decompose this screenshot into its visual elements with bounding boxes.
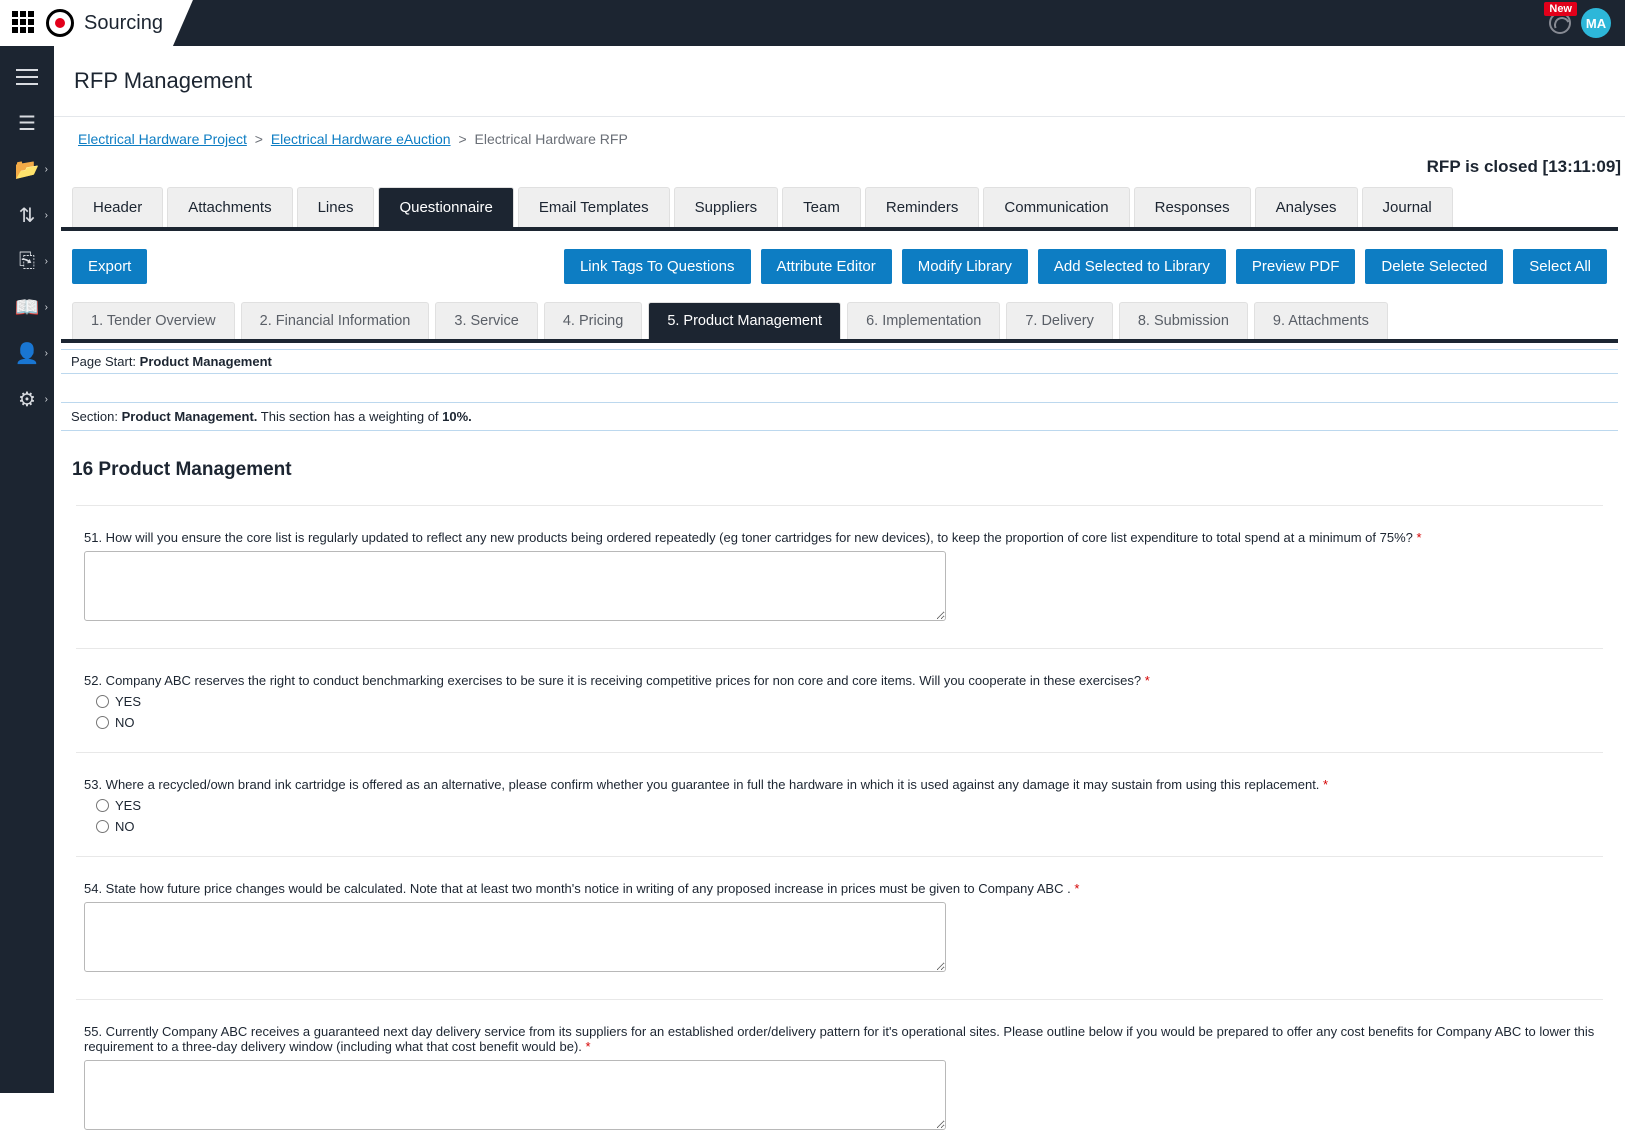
answer-textarea[interactable] <box>84 551 946 621</box>
preview-pdf-button[interactable]: Preview PDF <box>1236 249 1356 284</box>
required-mark: * <box>1145 673 1150 688</box>
question-text: 55. Currently Company ABC receives a gua… <box>84 1024 1595 1054</box>
tab-lines[interactable]: Lines <box>297 187 375 227</box>
export-square-icon[interactable]: ⎘› <box>0 238 54 284</box>
breadcrumb-link-project[interactable]: Electrical Hardware Project <box>78 131 247 147</box>
left-sidebar: ☰ 📂› ⇅› ⎘› 📖› 👤› ⚙› <box>0 46 54 1093</box>
page-start-bar: Page Start: Product Management <box>61 349 1618 374</box>
tab-questionnaire[interactable]: Questionnaire <box>378 187 513 227</box>
required-mark: * <box>1323 777 1328 792</box>
answer-textarea[interactable] <box>84 902 946 972</box>
question-51: 51. How will you ensure the core list is… <box>76 505 1603 638</box>
subtab-9-attachments[interactable]: 9. Attachments <box>1254 302 1388 339</box>
subtab-7-delivery[interactable]: 7. Delivery <box>1006 302 1113 339</box>
subtab-3-service[interactable]: 3. Service <box>435 302 537 339</box>
content-area: RFP Management Electrical Hardware Proje… <box>54 46 1625 1093</box>
tab-analyses[interactable]: Analyses <box>1255 187 1358 227</box>
gear-icon[interactable]: ⚙› <box>0 376 54 422</box>
radio-input[interactable] <box>96 695 109 708</box>
question-52: 52. Company ABC reserves the right to co… <box>76 648 1603 742</box>
main-tabs: HeaderAttachmentsLinesQuestionnaireEmail… <box>54 187 1625 227</box>
questions-container: 51. How will you ensure the core list is… <box>54 505 1625 1147</box>
tab-header[interactable]: Header <box>72 187 163 227</box>
new-badge: New <box>1544 2 1577 16</box>
link-tags-button[interactable]: Link Tags To Questions <box>564 249 751 284</box>
sub-tabs: 1. Tender Overview2. Financial Informati… <box>54 302 1625 339</box>
question-55: 55. Currently Company ABC receives a gua… <box>76 999 1603 1147</box>
hamburger-icon[interactable] <box>0 54 54 100</box>
question-54: 54. State how future price changes would… <box>76 856 1603 989</box>
radio-option-no[interactable]: NO <box>96 715 1595 730</box>
subtab-5-product-management[interactable]: 5. Product Management <box>648 302 841 339</box>
subtab-8-submission[interactable]: 8. Submission <box>1119 302 1248 339</box>
tab-attachments[interactable]: Attachments <box>167 187 292 227</box>
section-bar: Section: Product Management. This sectio… <box>61 402 1618 431</box>
book-icon[interactable]: 📖› <box>0 284 54 330</box>
radio-input[interactable] <box>96 799 109 812</box>
tab-communication[interactable]: Communication <box>983 187 1129 227</box>
subtab-2-financial-information[interactable]: 2. Financial Information <box>241 302 430 339</box>
action-bar: Export Link Tags To Questions Attribute … <box>54 231 1625 302</box>
question-text: 54. State how future price changes would… <box>84 881 1595 896</box>
delete-selected-button[interactable]: Delete Selected <box>1365 249 1503 284</box>
breadcrumb-link-eauction[interactable]: Electrical Hardware eAuction <box>271 131 451 147</box>
radio-option-yes[interactable]: YES <box>96 694 1595 709</box>
top-bar: Sourcing New MA <box>0 0 1625 46</box>
transfer-icon[interactable]: ⇅› <box>0 192 54 238</box>
avatar[interactable]: MA <box>1581 8 1611 38</box>
radio-input[interactable] <box>96 716 109 729</box>
app-name: Sourcing <box>84 12 163 35</box>
tab-responses[interactable]: Responses <box>1134 187 1251 227</box>
question-text: 53. Where a recycled/own brand ink cartr… <box>84 777 1595 792</box>
required-mark: * <box>1074 881 1079 896</box>
tab-suppliers[interactable]: Suppliers <box>674 187 779 227</box>
breadcrumb: Electrical Hardware Project > Electrical… <box>54 117 1625 153</box>
brand-logo-icon <box>46 9 74 37</box>
notifications-button[interactable]: New <box>1549 12 1571 34</box>
radio-input[interactable] <box>96 820 109 833</box>
list-icon[interactable]: ☰ <box>0 100 54 146</box>
attribute-editor-button[interactable]: Attribute Editor <box>761 249 892 284</box>
question-53: 53. Where a recycled/own brand ink cartr… <box>76 752 1603 846</box>
export-button[interactable]: Export <box>72 249 147 284</box>
subtab-1-tender-overview[interactable]: 1. Tender Overview <box>72 302 235 339</box>
radio-option-no[interactable]: NO <box>96 819 1595 834</box>
question-text: 51. How will you ensure the core list is… <box>84 530 1595 545</box>
required-mark: * <box>586 1039 591 1054</box>
tab-email-templates[interactable]: Email Templates <box>518 187 670 227</box>
radio-option-yes[interactable]: YES <box>96 798 1595 813</box>
tab-journal[interactable]: Journal <box>1362 187 1453 227</box>
tab-team[interactable]: Team <box>782 187 861 227</box>
subtab-6-implementation[interactable]: 6. Implementation <box>847 302 1000 339</box>
section-title: 16 Product Management <box>54 431 1625 495</box>
answer-textarea[interactable] <box>84 1060 946 1130</box>
apps-grid-icon[interactable] <box>12 11 36 35</box>
folder-icon[interactable]: 📂› <box>0 146 54 192</box>
question-text: 52. Company ABC reserves the right to co… <box>84 673 1595 688</box>
user-icon[interactable]: 👤› <box>0 330 54 376</box>
top-bar-right: New MA <box>1549 8 1611 38</box>
top-bar-left: Sourcing <box>0 0 193 46</box>
modify-library-button[interactable]: Modify Library <box>902 249 1028 284</box>
page-title: RFP Management <box>54 46 1625 117</box>
select-all-button[interactable]: Select All <box>1513 249 1607 284</box>
add-selected-library-button[interactable]: Add Selected to Library <box>1038 249 1226 284</box>
required-mark: * <box>1417 530 1422 545</box>
rfp-status: RFP is closed [13:11:09] <box>54 153 1625 187</box>
subtab-4-pricing[interactable]: 4. Pricing <box>544 302 642 339</box>
breadcrumb-current: Electrical Hardware RFP <box>475 131 628 147</box>
tab-reminders[interactable]: Reminders <box>865 187 980 227</box>
